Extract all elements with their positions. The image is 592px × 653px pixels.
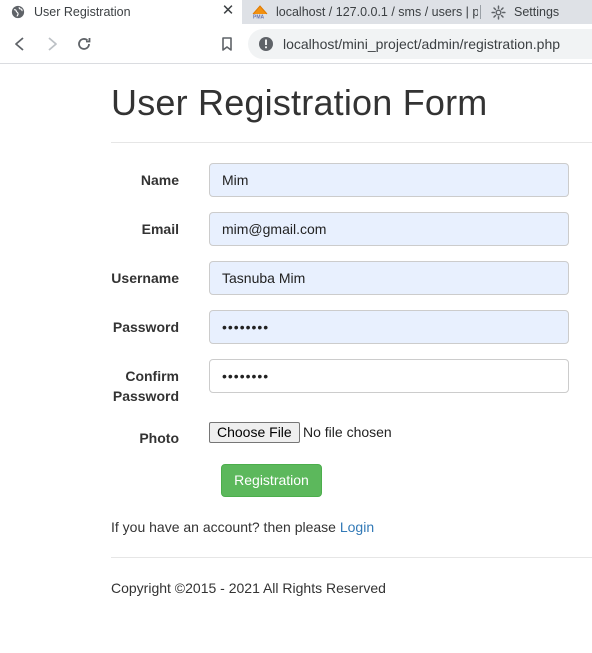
choose-file-button[interactable]: Choose File bbox=[209, 422, 300, 443]
file-status-text: No file chosen bbox=[303, 424, 392, 440]
forward-arrow-icon bbox=[48, 37, 57, 51]
reload-button[interactable] bbox=[73, 33, 95, 55]
page-content: User Registration Form Name Mim Email mi… bbox=[0, 64, 592, 653]
form-row-photo: Photo Choose File No file chosen bbox=[111, 422, 592, 446]
phpmyadmin-icon: PMA bbox=[252, 4, 268, 20]
gear-icon bbox=[490, 4, 506, 20]
globe-icon bbox=[10, 4, 26, 20]
footer-divider bbox=[111, 557, 592, 558]
confirm-password-input[interactable]: •••••••• bbox=[209, 359, 569, 393]
tab-phpmyadmin[interactable]: PMA localhost / 127.0.0.1 / sms / users … bbox=[242, 0, 478, 24]
bookmark-icon bbox=[222, 37, 232, 51]
tab-user-registration[interactable]: User Registration ✕ bbox=[0, 0, 242, 24]
account-prompt: If you have an account? then please Logi… bbox=[111, 519, 374, 535]
email-label: Email bbox=[141, 221, 179, 237]
reload-icon bbox=[78, 38, 91, 50]
forward-button[interactable] bbox=[41, 33, 63, 55]
copyright-text: Copyright ©2015 - 2021 All Rights Reserv… bbox=[111, 580, 386, 596]
password-label: Password bbox=[112, 319, 179, 335]
back-arrow-icon bbox=[15, 37, 24, 51]
address-bar[interactable]: localhost/mini_project/admin/registratio… bbox=[248, 29, 592, 59]
divider bbox=[111, 142, 592, 143]
account-prompt-text: If you have an account? then please bbox=[111, 519, 340, 535]
confirm-password-label: Confirm Password bbox=[111, 366, 179, 406]
browser-toolbar: localhost/mini_project/admin/registratio… bbox=[0, 24, 592, 64]
close-tab-icon[interactable]: ✕ bbox=[220, 3, 236, 19]
info-icon[interactable] bbox=[258, 36, 274, 52]
back-button[interactable] bbox=[9, 33, 31, 55]
name-label: Name bbox=[140, 172, 179, 188]
confirm-password-label-line2: Password bbox=[112, 388, 179, 404]
bookmark-button[interactable] bbox=[216, 33, 238, 55]
tab-strip: User Registration ✕ PMA localhost / 127.… bbox=[0, 0, 592, 24]
tab-title: Settings bbox=[514, 5, 560, 19]
photo-label: Photo bbox=[139, 430, 179, 446]
login-link[interactable]: Login bbox=[340, 519, 374, 535]
email-input[interactable]: mim@gmail.com bbox=[209, 212, 569, 246]
tab-title: localhost / 127.0.0.1 / sms / users | ph… bbox=[276, 5, 478, 19]
tab-settings[interactable]: Settings bbox=[480, 0, 592, 24]
username-label: Username bbox=[111, 270, 179, 286]
svg-text:PMA: PMA bbox=[253, 15, 265, 20]
registration-button[interactable]: Registration bbox=[221, 464, 322, 497]
username-input[interactable]: Tasnuba Mim bbox=[209, 261, 569, 295]
name-input[interactable]: Mim bbox=[209, 163, 569, 197]
confirm-password-label-line1: Confirm bbox=[125, 368, 179, 384]
password-input[interactable]: •••••••• bbox=[209, 310, 569, 344]
tab-title: User Registration bbox=[34, 5, 131, 19]
url-text: localhost/mini_project/admin/registratio… bbox=[283, 36, 561, 52]
page-title: User Registration Form bbox=[111, 82, 488, 123]
